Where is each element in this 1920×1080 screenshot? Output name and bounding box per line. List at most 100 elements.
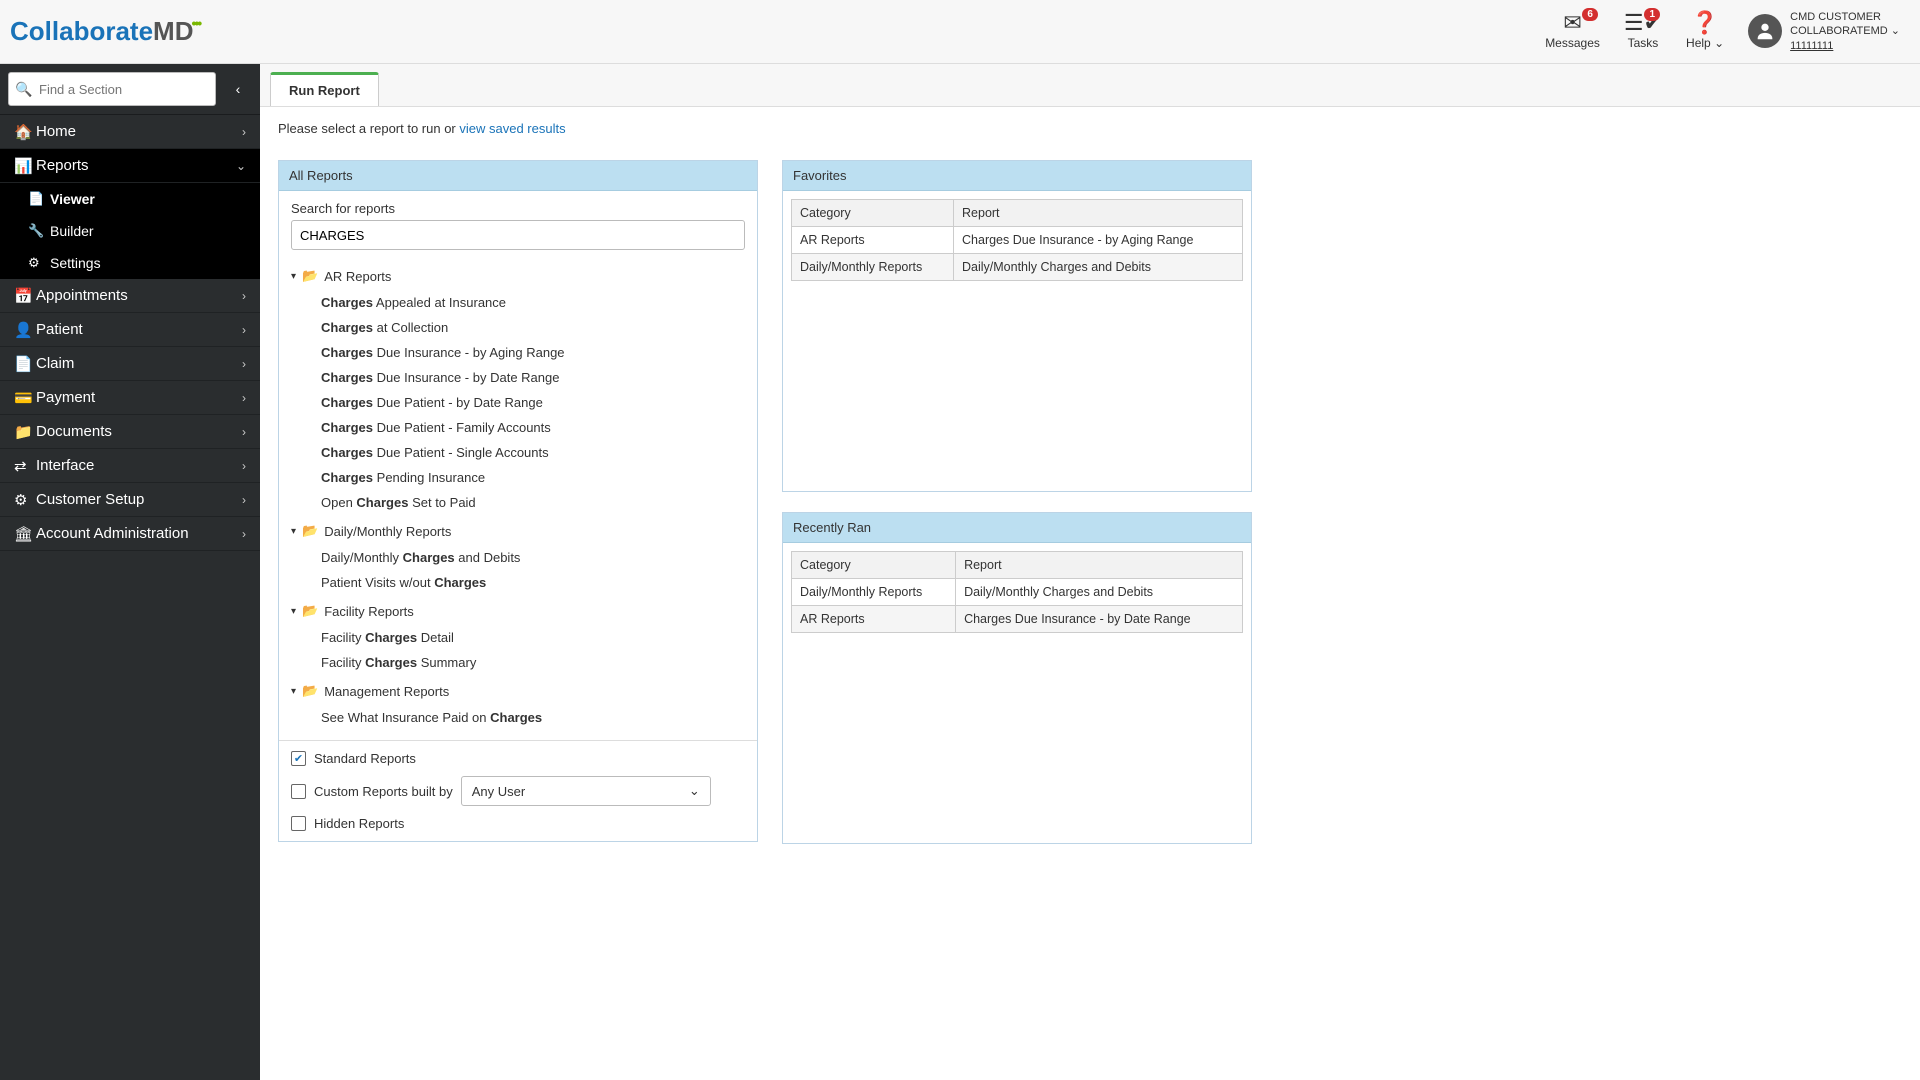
user-name: CMD CUSTOMER xyxy=(1790,10,1900,24)
report-item[interactable]: See What Insurance Paid on Charges xyxy=(291,705,745,730)
report-item[interactable]: Facility Charges Summary xyxy=(291,650,745,675)
user-account: 11111111 xyxy=(1790,39,1900,53)
main-area: Run Report Please select a report to run… xyxy=(260,64,1920,1080)
nav-item-interface[interactable]: ⇄Interface› xyxy=(0,449,260,483)
folder-open-icon: 📂 xyxy=(302,603,318,619)
help-button[interactable]: ❓ Help ⌄ xyxy=(1686,12,1724,50)
bank-icon: 🏛 xyxy=(14,525,36,543)
nav-item-account-administration[interactable]: 🏛Account Administration› xyxy=(0,517,260,551)
recently-ran-table: Category Report Daily/Monthly ReportsDai… xyxy=(791,551,1243,633)
chevron-icon: › xyxy=(242,527,246,541)
file-icon: 📄 xyxy=(14,355,36,373)
user-text: CMD CUSTOMER COLLABORATEMD ⌄ 11111111 xyxy=(1790,10,1900,53)
favorites-col-category: Category xyxy=(792,200,954,227)
table-row[interactable]: Daily/Monthly ReportsDaily/Monthly Charg… xyxy=(792,254,1243,281)
table-row[interactable]: AR ReportsCharges Due Insurance - by Agi… xyxy=(792,227,1243,254)
report-item[interactable]: Charges Due Patient - by Date Range xyxy=(291,390,745,415)
sidebar-collapse-button[interactable]: ‹ xyxy=(224,75,252,103)
chevron-icon: › xyxy=(242,289,246,303)
favorites-col-report: Report xyxy=(954,200,1243,227)
standard-reports-checkbox[interactable] xyxy=(291,751,306,766)
search-reports-label: Search for reports xyxy=(291,201,745,216)
recently-col-report: Report xyxy=(956,552,1243,579)
recently-ran-panel: Recently Ran Category Report Daily/Month… xyxy=(782,512,1252,844)
nav-item-claim[interactable]: 📄Claim› xyxy=(0,347,260,381)
custom-reports-label: Custom Reports built by xyxy=(314,784,453,799)
custom-user-select[interactable]: Any User ⌄ xyxy=(461,776,711,806)
tree-category[interactable]: ▾📂Management Reports xyxy=(291,683,745,699)
table-row[interactable]: AR ReportsCharges Due Insurance - by Dat… xyxy=(792,606,1243,633)
report-item[interactable]: Charges at Collection xyxy=(291,315,745,340)
sidebar-search-input[interactable] xyxy=(39,82,215,97)
nav-item-customer-setup[interactable]: ⚙Customer Setup› xyxy=(0,483,260,517)
nav-sub-viewer[interactable]: 📄Viewer xyxy=(0,183,260,215)
nav-item-home[interactable]: 🏠Home› xyxy=(0,115,260,149)
chevron-icon: › xyxy=(242,425,246,439)
tree-category[interactable]: ▾📂Facility Reports xyxy=(291,603,745,619)
chevron-icon: › xyxy=(242,125,246,139)
instruction-text: Please select a report to run or view sa… xyxy=(278,121,1902,136)
help-label: Help ⌄ xyxy=(1686,36,1724,50)
tree-category[interactable]: ▾📂AR Reports xyxy=(291,268,745,284)
hidden-reports-checkbox[interactable] xyxy=(291,816,306,831)
nav-item-patient[interactable]: 👤Patient› xyxy=(0,313,260,347)
logo-part-2: MD xyxy=(153,16,193,47)
chevron-down-icon: ⌄ xyxy=(689,783,700,799)
report-item[interactable]: Charges Due Insurance - by Aging Range xyxy=(291,340,745,365)
app-logo: CollaborateMD ••• xyxy=(10,16,200,47)
report-item[interactable]: Patient Visits w/out Charges xyxy=(291,570,745,595)
folder-icon: 📁 xyxy=(14,423,36,441)
all-reports-panel: All Reports Search for reports ▾📂AR Repo… xyxy=(278,160,758,842)
sidebar-search[interactable]: 🔍 xyxy=(8,72,216,106)
favorites-header: Favorites xyxy=(783,161,1251,191)
nav-item-documents[interactable]: 📁Documents› xyxy=(0,415,260,449)
tasks-button[interactable]: ☰✔ 1 Tasks xyxy=(1624,12,1662,50)
report-item[interactable]: Facility Charges Detail xyxy=(291,625,745,650)
user-org: COLLABORATEMD xyxy=(1790,25,1888,37)
logo-part-1: Collaborate xyxy=(10,16,153,47)
tab-run-report[interactable]: Run Report xyxy=(270,72,379,106)
recently-col-category: Category xyxy=(792,552,956,579)
tasks-label: Tasks xyxy=(1628,36,1659,50)
avatar-icon xyxy=(1748,14,1782,48)
search-reports-input[interactable] xyxy=(291,220,745,250)
nav-sub-settings[interactable]: ⚙Settings xyxy=(0,247,260,279)
doc-icon: 📄 xyxy=(28,191,50,207)
top-header: CollaborateMD ••• ✉ 6 Messages ☰✔ 1 Task… xyxy=(0,0,1920,64)
chevron-icon: › xyxy=(242,459,246,473)
report-item[interactable]: Charges Due Insurance - by Date Range xyxy=(291,365,745,390)
custom-reports-checkbox[interactable] xyxy=(291,784,306,799)
hidden-reports-label: Hidden Reports xyxy=(314,816,404,831)
caret-down-icon: ▾ xyxy=(291,271,296,282)
person-icon: 👤 xyxy=(14,321,36,339)
nav-sub-builder[interactable]: 🔧Builder xyxy=(0,215,260,247)
favorites-table: Category Report AR ReportsCharges Due In… xyxy=(791,199,1243,281)
gear-icon: ⚙ xyxy=(28,255,50,271)
home-icon: 🏠 xyxy=(14,123,36,141)
standard-reports-label: Standard Reports xyxy=(314,751,416,766)
tree-category[interactable]: ▾📂Daily/Monthly Reports xyxy=(291,523,745,539)
nav-item-reports[interactable]: 📊Reports⌄ xyxy=(0,149,260,183)
sidebar: 🔍 ‹ 🏠Home›📊Reports⌄📄Viewer🔧Builder⚙Setti… xyxy=(0,64,260,1080)
caret-down-icon: ▾ xyxy=(291,526,296,537)
chevron-icon: › xyxy=(242,357,246,371)
report-item[interactable]: Charges Due Patient - Family Accounts xyxy=(291,415,745,440)
card-icon: 💳 xyxy=(14,389,36,407)
report-item[interactable]: Charges Appealed at Insurance xyxy=(291,290,745,315)
table-row[interactable]: Daily/Monthly ReportsDaily/Monthly Charg… xyxy=(792,579,1243,606)
messages-icon: ✉ xyxy=(1563,12,1581,34)
report-item[interactable]: Daily/Monthly Charges and Debits xyxy=(291,545,745,570)
nav-item-payment[interactable]: 💳Payment› xyxy=(0,381,260,415)
tab-bar: Run Report xyxy=(260,64,1920,107)
messages-button[interactable]: ✉ 6 Messages xyxy=(1545,12,1600,50)
report-item[interactable]: Charges Pending Insurance xyxy=(291,465,745,490)
wrench-icon: 🔧 xyxy=(28,223,50,239)
folder-open-icon: 📂 xyxy=(302,523,318,539)
nav-item-appointments[interactable]: 📅Appointments› xyxy=(0,279,260,313)
user-menu[interactable]: CMD CUSTOMER COLLABORATEMD ⌄ 11111111 xyxy=(1748,10,1900,53)
view-saved-results-link[interactable]: view saved results xyxy=(459,121,565,136)
report-item[interactable]: Charges Due Patient - Single Accounts xyxy=(291,440,745,465)
messages-label: Messages xyxy=(1545,36,1600,50)
report-item[interactable]: Open Charges Set to Paid xyxy=(291,490,745,515)
favorites-panel: Favorites Category Report AR ReportsChar… xyxy=(782,160,1252,492)
